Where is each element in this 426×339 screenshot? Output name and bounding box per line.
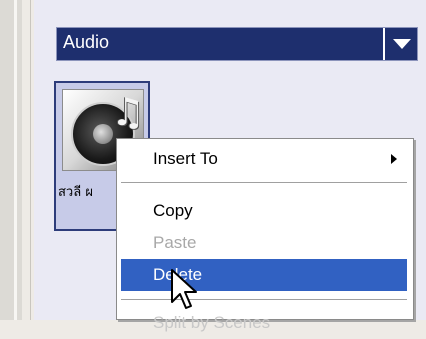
menu-item-paste: Paste (121, 227, 407, 259)
media-type-dropdown[interactable]: Audio (56, 27, 418, 61)
menu-separator (121, 182, 407, 184)
clip-label: สวลี ผ (58, 185, 93, 200)
menu-item-label: Split by Scenes (153, 313, 271, 332)
dropdown-toggle-button[interactable] (383, 28, 417, 60)
context-menu: Insert To Copy Paste Delete Split by Sce… (116, 138, 414, 332)
menu-item-insert-to[interactable]: Insert To (121, 143, 407, 175)
chevron-down-icon (393, 39, 411, 49)
menu-item-label: Copy (153, 201, 193, 220)
speaker-center (93, 124, 113, 144)
menu-separator (121, 299, 407, 301)
window-left-border (0, 0, 31, 320)
menu-item-delete[interactable]: Delete (121, 259, 407, 291)
mouse-pointer-icon (171, 269, 197, 309)
dropdown-selected-value: Audio (63, 32, 110, 52)
border-highlight (14, 0, 17, 320)
border-shadow (30, 0, 31, 320)
menu-item-copy[interactable]: Copy (121, 195, 407, 227)
menu-item-label: Insert To (153, 149, 218, 168)
music-note-icon: ♫ (111, 90, 144, 134)
submenu-arrow-icon (391, 154, 397, 164)
menu-item-label: Paste (153, 233, 197, 252)
menu-item-split-by-scenes[interactable]: Split by Scenes (121, 307, 407, 339)
